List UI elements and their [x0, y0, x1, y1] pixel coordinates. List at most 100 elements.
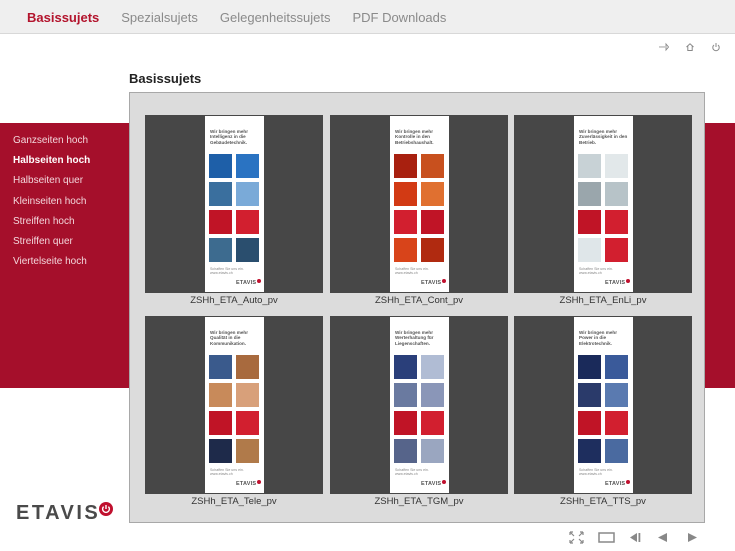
- nav-tab-gelegenheitssujets[interactable]: Gelegenheitssujets: [220, 10, 331, 25]
- sidebar-item-ganzseiten-hoch[interactable]: Ganzseiten hoch: [13, 135, 90, 155]
- thumbnail-panel: Wir bringen mehr Intelligenz in die Gebä…: [129, 92, 705, 523]
- poster-logo: ETAVIS: [236, 480, 261, 487]
- poster-tile: [605, 238, 628, 262]
- ad-poster: Wir bringen mehr Werterhaltung für Liege…: [390, 317, 449, 493]
- poster-footer: Schaffen Sie uns ein. www.etavis.ch: [210, 267, 244, 276]
- poster-tile: [236, 154, 259, 178]
- poster-footer: Schaffen Sie uns ein. www.etavis.ch: [210, 468, 244, 477]
- poster-tile: [421, 154, 444, 178]
- thumbnail-caption[interactable]: ZSHh_ETA_TGM_pv: [330, 496, 508, 507]
- sidebar-item-halbseiten-hoch[interactable]: Halbseiten hoch: [13, 155, 90, 175]
- poster-logo: ETAVIS: [421, 480, 446, 487]
- first-page-icon[interactable]: [627, 531, 642, 544]
- poster-tile: [394, 383, 417, 407]
- poster-tile: [209, 182, 232, 206]
- poster-tile: [578, 383, 601, 407]
- sidebar-item-streiffen-hoch[interactable]: Streiffen hoch: [13, 216, 90, 236]
- poster-tile: [394, 154, 417, 178]
- poster-tile: [236, 182, 259, 206]
- utility-icons: [659, 42, 721, 52]
- poster-headline: Wir bringen mehr Power in die Elektrotec…: [579, 330, 617, 346]
- poster-image-grid: [578, 154, 628, 266]
- ad-poster: Wir bringen mehr Power in die Elektrotec…: [574, 317, 633, 493]
- poster-tile: [394, 439, 417, 463]
- etavis-logo: ETAVIS: [16, 502, 101, 524]
- poster-tile: [394, 210, 417, 234]
- poster-tile: [605, 355, 628, 379]
- poster-headline: Wir bringen mehr Qualität in die Kommuni…: [210, 330, 248, 346]
- poster-tile: [578, 411, 601, 435]
- poster-tile: [209, 154, 232, 178]
- poster-tile: [236, 439, 259, 463]
- poster-logo: ETAVIS: [605, 279, 630, 286]
- sidebar-menu: Ganzseiten hoch Halbseiten hoch Halbseit…: [13, 135, 90, 276]
- poster-headline: Wir bringen mehr Zuverlässigkeit in den …: [579, 129, 628, 145]
- poster-tile: [236, 411, 259, 435]
- thumbnail-image: Wir bringen mehr Intelligenz in die Gebä…: [145, 115, 323, 293]
- nav-tab-basissujets[interactable]: Basissujets: [27, 10, 99, 25]
- print-icon[interactable]: [659, 42, 669, 52]
- window-icon[interactable]: [598, 531, 615, 544]
- poster-tile: [578, 182, 601, 206]
- poster-image-grid: [209, 154, 259, 266]
- poster-tile: [236, 238, 259, 262]
- poster-tile: [209, 210, 232, 234]
- sidebar-item-kleinseiten-hoch[interactable]: Kleinseiten hoch: [13, 196, 90, 216]
- sidebar-item-halbseiten-quer[interactable]: Halbseiten quer: [13, 175, 90, 195]
- poster-footer: Schaffen Sie uns ein. www.etavis.ch: [395, 468, 429, 477]
- thumbnail-image: Wir bringen mehr Werterhaltung für Liege…: [330, 316, 508, 494]
- sidebar-item-streiffen-quer[interactable]: Streiffen quer: [13, 236, 90, 256]
- poster-footer: Schaffen Sie uns ein. www.etavis.ch: [579, 468, 613, 477]
- nav-tab-pdf-downloads[interactable]: PDF Downloads: [352, 10, 446, 25]
- power-icon[interactable]: [711, 42, 721, 52]
- thumbnail-image: Wir bringen mehr Power in die Elektrotec…: [514, 316, 692, 494]
- thumbnail-image: Wir bringen mehr Kontrolle in den Betrie…: [330, 115, 508, 293]
- poster-tile: [578, 154, 601, 178]
- main-nav: Basissujets Spezialsujets Gelegenheitssu…: [27, 10, 446, 25]
- poster-tile: [421, 238, 444, 262]
- poster-tile: [209, 411, 232, 435]
- ad-poster: Wir bringen mehr Zuverlässigkeit in den …: [574, 116, 633, 292]
- poster-tile: [394, 355, 417, 379]
- poster-image-grid: [578, 355, 628, 467]
- poster-tile: [605, 411, 628, 435]
- ad-poster: Wir bringen mehr Qualität in die Kommuni…: [205, 317, 264, 493]
- poster-tile: [421, 383, 444, 407]
- previous-icon[interactable]: [656, 531, 669, 544]
- poster-logo: ETAVIS: [421, 279, 446, 286]
- poster-tile: [578, 355, 601, 379]
- poster-tile: [421, 411, 444, 435]
- poster-headline: Wir bringen mehr Kontrolle in den Betrie…: [395, 129, 434, 145]
- thumbnail-caption[interactable]: ZSHh_ETA_TTS_pv: [514, 496, 692, 507]
- thumbnail-caption[interactable]: ZSHh_ETA_Tele_pv: [145, 496, 323, 507]
- poster-tile: [421, 439, 444, 463]
- poster-tile: [209, 383, 232, 407]
- poster-footer: Schaffen Sie uns ein. www.etavis.ch: [579, 267, 613, 276]
- poster-tile: [209, 439, 232, 463]
- fullscreen-icon[interactable]: [569, 531, 584, 544]
- poster-tile: [236, 383, 259, 407]
- ad-poster: Wir bringen mehr Intelligenz in die Gebä…: [205, 116, 264, 292]
- poster-tile: [236, 355, 259, 379]
- thumbnail-caption[interactable]: ZSHh_ETA_EnLi_pv: [514, 295, 692, 306]
- poster-image-grid: [394, 154, 444, 266]
- ad-poster: Wir bringen mehr Kontrolle in den Betrie…: [390, 116, 449, 292]
- poster-tile: [394, 238, 417, 262]
- poster-tile: [605, 154, 628, 178]
- poster-headline: Wir bringen mehr Intelligenz in die Gebä…: [210, 129, 248, 145]
- thumbnail-caption[interactable]: ZSHh_ETA_Cont_pv: [330, 295, 508, 306]
- poster-tile: [209, 355, 232, 379]
- home-icon[interactable]: [685, 42, 695, 52]
- poster-image-grid: [394, 355, 444, 467]
- thumbnail-caption[interactable]: ZSHh_ETA_Auto_pv: [145, 295, 323, 306]
- poster-tile: [209, 238, 232, 262]
- poster-tile: [605, 439, 628, 463]
- sidebar-item-viertelseite-hoch[interactable]: Viertelseite hoch: [13, 256, 90, 276]
- poster-tile: [605, 182, 628, 206]
- thumbnail-image: Wir bringen mehr Zuverlässigkeit in den …: [514, 115, 692, 293]
- poster-logo: ETAVIS: [605, 480, 630, 487]
- poster-tile: [394, 182, 417, 206]
- next-icon[interactable]: [686, 531, 699, 544]
- nav-tab-spezialsujets[interactable]: Spezialsujets: [121, 10, 198, 25]
- poster-tile: [394, 411, 417, 435]
